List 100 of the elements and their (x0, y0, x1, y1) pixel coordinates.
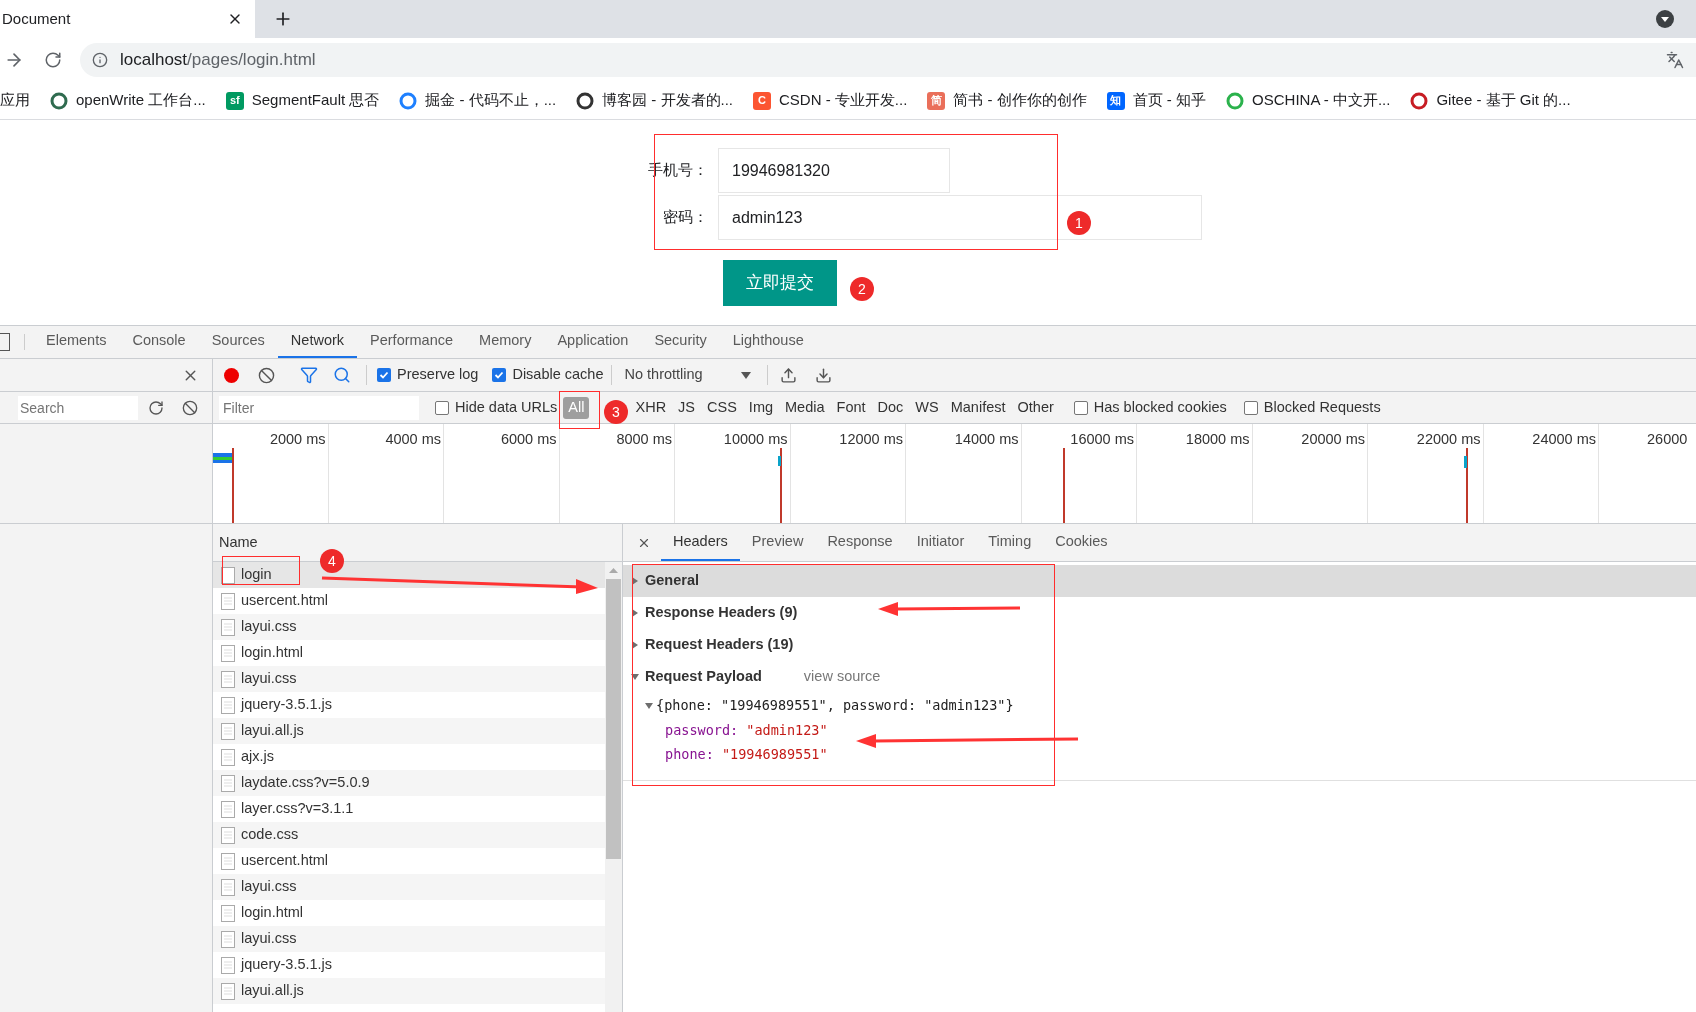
checkbox[interactable] (492, 368, 507, 382)
request-row[interactable]: layui.css (213, 926, 605, 952)
type-filter-button[interactable]: Media (780, 396, 830, 419)
devtools-tab[interactable]: Memory (466, 326, 545, 358)
url-text: localhost/pages/login.html (120, 49, 316, 72)
throttling-select[interactable]: No throttling (620, 364, 755, 386)
section-header[interactable]: Response Headers (9) (623, 597, 1696, 629)
bookmark-link[interactable]: CSDN - 专业开发... (779, 89, 908, 112)
detail-tab[interactable]: Response (815, 524, 905, 561)
request-row[interactable]: layui.css (213, 874, 605, 900)
address-bar[interactable]: localhost/pages/login.html (80, 43, 1696, 77)
detail-tab[interactable]: Initiator (904, 524, 977, 561)
dock-icon[interactable] (0, 333, 10, 351)
detail-tab[interactable]: Preview (739, 524, 816, 561)
scrollbar-thumb[interactable] (606, 579, 621, 859)
clear-icon[interactable] (182, 399, 198, 416)
type-filter-button[interactable]: JS (673, 396, 701, 419)
bookmark-favicon (576, 91, 595, 110)
timeline-tick: 26000 (1647, 430, 1688, 449)
annotation-box (559, 391, 600, 429)
request-row[interactable]: laydate.css?v=5.0.9 (213, 770, 605, 796)
view-source-link[interactable]: view source (803, 666, 881, 688)
bookmark-link[interactable]: 博客园 - 开发者的... (602, 89, 733, 112)
filter-icon[interactable] (300, 366, 318, 384)
type-filter-button[interactable]: XHR (630, 396, 672, 419)
devtools-tab[interactable]: Security (641, 326, 720, 358)
section-header[interactable]: Request Headers (19) (623, 629, 1696, 661)
type-filter-button[interactable]: CSS (702, 396, 742, 419)
checkbox[interactable] (377, 368, 391, 382)
payload-summary[interactable]: {phone: "19946989551", password: "admin123"} (645, 693, 1696, 718)
bookmark-link[interactable]: Gitee - 基于 Git 的... (1436, 89, 1571, 112)
filter-field[interactable]: Filter (219, 395, 419, 420)
request-row[interactable]: layui.css (213, 614, 605, 640)
payload-property: password: "admin123" (665, 720, 828, 740)
type-filter-button[interactable]: Manifest (945, 396, 1011, 419)
collapsed-icon[interactable] (631, 641, 639, 649)
file-icon (221, 566, 235, 584)
collapsed-icon[interactable] (631, 577, 639, 585)
expanded-icon[interactable] (631, 673, 639, 681)
dropdown-icon[interactable] (1656, 10, 1674, 28)
upload-icon[interactable] (779, 366, 797, 384)
file-icon (221, 774, 235, 792)
request-name: usercent.html (241, 591, 329, 611)
detail-tab[interactable]: Timing (976, 524, 1044, 561)
devtools-tab[interactable]: Elements (33, 326, 120, 358)
devtools-tab[interactable]: Sources (198, 326, 278, 358)
bookmark-link[interactable]: openWrite 工作台... (76, 89, 206, 112)
record-button[interactable] (224, 367, 239, 383)
request-name: jquery-3.5.1.js (241, 955, 333, 975)
collapsed-icon[interactable] (631, 609, 639, 617)
section-header[interactable]: Request Payload view source (623, 661, 1696, 693)
request-name: login (241, 565, 272, 585)
detail-tab[interactable]: Cookies (1043, 524, 1120, 561)
request-row[interactable]: layui.all.js (213, 978, 605, 1004)
input-field[interactable]: 19946981320 (718, 148, 950, 193)
bookmark-link[interactable]: OSCHINA - 中文开... (1252, 89, 1391, 112)
checkbox-label: Has blocked cookies (1093, 397, 1227, 417)
expanded-icon[interactable] (645, 701, 653, 710)
request-name: laydate.css?v=5.0.9 (241, 773, 370, 793)
request-row[interactable]: code.css (213, 822, 605, 848)
file-icon (221, 670, 235, 688)
devtools-tab[interactable]: Application (544, 326, 642, 358)
checkbox[interactable] (1243, 400, 1258, 415)
bookmark-favicon: sf (225, 91, 244, 110)
clear-icon[interactable] (258, 366, 275, 384)
search-icon[interactable] (333, 366, 351, 384)
scrollbar[interactable] (605, 562, 622, 1012)
submit-button[interactable]: 立即提交 (723, 260, 837, 306)
bookmark-link[interactable]: SegmentFault 思否 (251, 89, 380, 112)
devtools-tab[interactable]: Performance (357, 326, 467, 358)
type-filter-button[interactable]: WS (910, 396, 944, 419)
reload-icon[interactable] (44, 51, 62, 69)
devtools-tab[interactable]: Lighthouse (719, 326, 817, 358)
devtools-tab[interactable]: Console (119, 326, 199, 358)
request-row[interactable]: layui.all.js (213, 718, 605, 744)
request-name: layui.css (241, 617, 297, 637)
request-row[interactable]: layui.css (213, 666, 605, 692)
type-filter-button[interactable]: Doc (872, 396, 909, 419)
checkbox-label: Preserve log (397, 365, 479, 385)
translate-icon[interactable] (1666, 51, 1684, 69)
type-filter-button[interactable]: Other (1012, 396, 1059, 419)
bookmark-link[interactable]: 简书 - 创作你的创作 (953, 89, 1087, 112)
checkbox[interactable] (435, 400, 449, 415)
column-header[interactable]: Name (219, 531, 258, 554)
checkbox[interactable] (1073, 400, 1088, 415)
bookmark-link[interactable]: 应用 (0, 89, 30, 112)
search-field[interactable]: Search (18, 395, 138, 420)
refresh-icon[interactable] (148, 399, 164, 416)
browser-tab[interactable]: Document (0, 0, 255, 38)
detail-tab[interactable]: Headers (661, 524, 740, 561)
section-header[interactable]: General (623, 565, 1696, 597)
bookmark-link[interactable]: 首页 - 知乎 (1132, 89, 1207, 112)
bookmark-link[interactable]: 掘金 - 代码不止，... (425, 89, 557, 112)
type-filter-button[interactable]: Img (743, 396, 779, 419)
type-filter-button[interactable]: Font (831, 396, 871, 419)
bookmark-favicon (399, 91, 418, 110)
file-icon (221, 592, 235, 610)
download-icon[interactable] (814, 366, 832, 384)
check-icon (379, 370, 389, 380)
bookmark-favicon: 简 (927, 91, 946, 110)
